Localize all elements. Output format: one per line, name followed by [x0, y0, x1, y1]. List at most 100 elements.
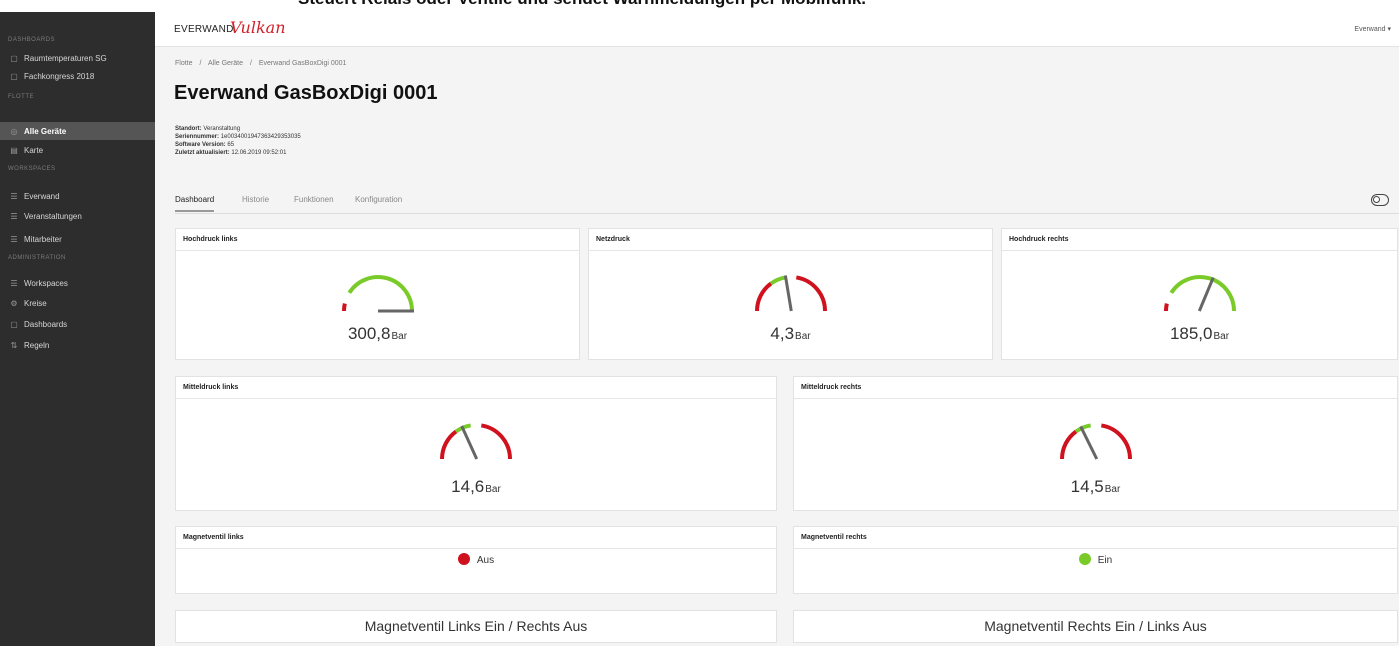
gauge — [754, 275, 827, 312]
sidebar-item-kreise[interactable]: ⚙ Kreise — [0, 294, 155, 312]
vulkan-logo[interactable]: Vulkan — [230, 18, 286, 37]
breadcrumb-alle-geraete[interactable]: Alle Geräte — [208, 60, 243, 67]
valve-status: Aus — [176, 553, 776, 566]
gauge-zone-red — [341, 303, 347, 312]
gauge-zone-red — [480, 423, 512, 460]
valve-card-links: Magnetventil links Aus — [175, 526, 777, 594]
card-title: Hochdruck links — [176, 229, 579, 251]
meta-label: Standort: — [175, 126, 202, 132]
gauge-value: 14,5 — [1070, 477, 1104, 496]
sidebar-item-karte[interactable]: ▤ Karte — [0, 141, 155, 159]
breadcrumb-current: Everwand GasBoxDigi 0001 — [258, 60, 347, 67]
gauge-zone-red — [795, 275, 827, 312]
main-content: Flotte / Alle Geräte / Everwand GasBoxDi… — [155, 47, 1399, 646]
gauge-card-hochdruck-links: Hochdruck links 300,8Bar — [175, 228, 580, 360]
gauge-value: 300,8 — [347, 324, 391, 343]
gauge — [440, 423, 512, 460]
sidebar-section-workspaces: Workspaces — [8, 166, 56, 172]
gauge-reading: 185,0Bar — [1002, 324, 1397, 344]
sidebar-section-dashboards: Dashboards — [8, 37, 56, 43]
meta-serial: 1e0034001947363429353035 — [220, 134, 301, 140]
devices-icon: ◎ — [10, 126, 18, 136]
device-meta: Standort: Veranstaltung Seriennummer: 1e… — [175, 125, 301, 157]
breadcrumb: Flotte / Alle Geräte / Everwand GasBoxDi… — [175, 60, 346, 67]
gauge-unit: Bar — [1104, 484, 1121, 495]
card-title: Hochdruck rechts — [1002, 229, 1397, 251]
meta-label: Seriennummer: — [175, 134, 220, 140]
page-title: Everwand GasBoxDigi 0001 — [174, 82, 438, 104]
sidebar-section-flotte: Flotte — [8, 94, 35, 100]
sidebar-item-fachkongress[interactable]: ▢ Fachkongress 2018 — [0, 67, 155, 85]
sidebar-item-label: Regeln — [24, 340, 50, 350]
sidebar-item-alle-geraete[interactable]: ◎ Alle Geräte — [0, 122, 155, 140]
valve-right-on-button[interactable]: Magnetventil Rechts Ein / Links Aus — [793, 610, 1398, 643]
caption: Steuert Relais oder Ventile und sendet W… — [0, 0, 1399, 12]
gauge-reading: 14,6Bar — [176, 477, 776, 497]
gauge-needle — [783, 275, 793, 312]
status-lamp — [457, 553, 470, 565]
sidebar-item-label: Dashboards — [24, 319, 68, 329]
sidebar-item-label: Fachkongress 2018 — [24, 71, 95, 81]
rules-icon: ⇅ — [10, 340, 18, 350]
meta-label: Software Version: — [175, 142, 226, 148]
sidebar-item-raumtemperaturen[interactable]: ▢ Raumtemperaturen SG — [0, 49, 155, 67]
valve-state: Aus — [476, 555, 495, 566]
gauge-card-mitteldruck-links: Mitteldruck links 14,6Bar — [175, 376, 777, 511]
gauge-zone-red — [1163, 303, 1169, 312]
sidebar-item-veranstaltungen[interactable]: ☰ Veranstaltungen — [0, 207, 155, 225]
everwand-logo[interactable]: EVERWAND — [174, 24, 234, 35]
card-title: Magnetventil links — [176, 527, 776, 549]
tab-historie[interactable]: Historie — [242, 195, 269, 204]
card-title: Netzdruck — [589, 229, 992, 251]
sidebar-item-label: Kreise — [24, 298, 47, 308]
tab-dashboard[interactable]: Dashboard — [175, 195, 215, 212]
breadcrumb-separator: / — [199, 60, 202, 67]
gauge — [341, 275, 414, 313]
gauge — [1163, 275, 1236, 312]
sidebar-item-regeln[interactable]: ⇅ Regeln — [0, 336, 155, 354]
gauge-zone-red — [1100, 423, 1132, 460]
dashboard-icon: ▢ — [10, 53, 18, 63]
gauge-needle — [1197, 276, 1215, 312]
workspace-icon: ☰ — [10, 234, 18, 244]
tab-funktionen[interactable]: Funktionen — [294, 195, 334, 204]
dashboard-icon: ▢ — [10, 319, 18, 329]
gauge-zone-green — [347, 275, 414, 312]
sidebar: Dashboards ▢ Raumtemperaturen SG ▢ Fachkon… — [0, 12, 155, 646]
gauge-zone-red — [1059, 429, 1077, 460]
caption-text: Steuert Relais oder Ventile und sendet W… — [298, 0, 866, 9]
sidebar-section-administration: Administration — [8, 255, 66, 261]
card-title: Mitteldruck links — [176, 377, 776, 399]
user-menu[interactable]: Everwand ▾ — [1354, 25, 1391, 33]
map-icon: ▤ — [10, 145, 18, 155]
workspace-icon: ☰ — [10, 191, 18, 201]
sidebar-item-label: Alle Geräte — [24, 126, 67, 136]
gear-icon: ⚙ — [10, 298, 18, 308]
sidebar-item-mitarbeiter[interactable]: ☰ Mitarbeiter — [0, 230, 155, 248]
gauge-card-mitteldruck-rechts: Mitteldruck rechts 14,5Bar — [793, 376, 1398, 511]
workspace-icon: ☰ — [10, 211, 18, 221]
sidebar-item-dashboards[interactable]: ▢ Dashboards — [0, 315, 155, 333]
tab-konfiguration[interactable]: Konfiguration — [355, 195, 402, 204]
valve-status: Ein — [794, 553, 1397, 566]
gauge-reading: 14,5Bar — [794, 477, 1397, 497]
gauge-unit: Bar — [1213, 331, 1230, 342]
gauge-reading: 300,8Bar — [176, 324, 579, 344]
valve-state: Ein — [1097, 555, 1113, 566]
gauge-reading: 4,3Bar — [589, 324, 992, 344]
gauge-value: 185,0 — [1169, 324, 1213, 343]
tab-bar: Dashboard Historie Funktionen Konfigurat… — [175, 187, 1399, 214]
breadcrumb-separator: / — [249, 60, 252, 67]
gauge-zone-red — [440, 429, 458, 460]
valve-card-rechts: Magnetventil rechts Ein — [793, 526, 1398, 594]
valve-left-on-button[interactable]: Magnetventil Links Ein / Rechts Aus — [175, 610, 777, 643]
sidebar-item-label: Workspaces — [24, 278, 68, 288]
dashboard-icon: ▢ — [10, 71, 18, 81]
sidebar-item-everwand[interactable]: ☰ Everwand — [0, 187, 155, 205]
status-lamp — [1078, 553, 1091, 565]
breadcrumb-flotte[interactable]: Flotte — [175, 60, 193, 67]
meta-software: 65 — [227, 142, 235, 148]
layout-toggle[interactable] — [1371, 194, 1389, 206]
sidebar-item-workspaces[interactable]: ☰ Workspaces — [0, 274, 155, 292]
gauge-value: 4,3 — [770, 324, 795, 343]
